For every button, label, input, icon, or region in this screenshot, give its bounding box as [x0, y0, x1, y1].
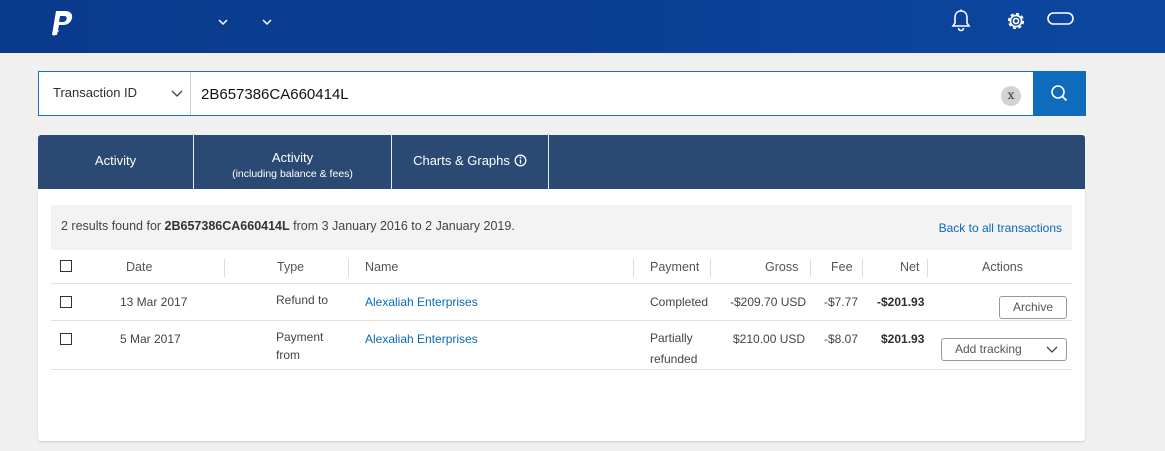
add-tracking-label: Add tracking [955, 342, 1022, 356]
back-to-all-transactions-link[interactable]: Back to all transactions [939, 221, 1062, 235]
table-row[interactable]: 5 Mar 2017 Payment from Alexaliah Enterp… [51, 321, 1072, 370]
results-summary-bar: 2 results found for 2B657386CA660414L fr… [51, 205, 1072, 250]
tab-label: Activity [271, 150, 314, 165]
row-name-link[interactable]: Alexaliah Enterprises [365, 332, 478, 346]
column-header-gross[interactable]: Gross [765, 260, 798, 274]
results-summary: 2 results found for 2B657386CA660414L fr… [61, 219, 515, 233]
column-divider [633, 259, 634, 277]
paypal-logo[interactable] [50, 9, 76, 37]
column-header-net[interactable]: Net [900, 260, 919, 274]
chevron-down-icon[interactable] [216, 15, 230, 29]
transaction-search-bar: Transaction ID x [38, 71, 1086, 116]
row-type: Refund to [276, 293, 329, 307]
row-name-link[interactable]: Alexaliah Enterprises [365, 295, 478, 309]
column-divider [862, 259, 863, 277]
results-date-range: from 3 January 2016 to 2 January 2019. [293, 219, 515, 233]
row-net: $201.93 [881, 332, 925, 346]
row-fee: -$8.07 [824, 332, 859, 346]
row-gross: $210.00 USD [733, 332, 806, 346]
column-divider [810, 259, 811, 277]
results-panel: 2 results found for 2B657386CA660414L fr… [38, 189, 1085, 441]
row-payment-status-line-2: refunded [650, 352, 698, 366]
row-payment-status: Completed [650, 295, 709, 309]
select-all-checkbox[interactable] [60, 260, 72, 272]
table-header-row: Date Type Name Payment Gross Fee Net Act… [51, 250, 1072, 284]
results-prefix: 2 results found for [61, 219, 162, 233]
info-icon[interactable] [514, 154, 527, 167]
column-header-payment[interactable]: Payment [650, 260, 699, 274]
gear-icon[interactable] [1004, 9, 1028, 33]
row-fee: -$7.77 [824, 295, 859, 309]
column-header-date[interactable]: Date [126, 260, 152, 274]
tab-activity-balance-fees[interactable]: Activity (including balance & fees) [194, 135, 392, 189]
row-date: 5 Mar 2017 [120, 332, 181, 346]
transactions-table: Date Type Name Payment Gross Fee Net Act… [51, 250, 1072, 370]
row-checkbox[interactable] [60, 333, 72, 345]
chevron-down-icon[interactable] [260, 15, 274, 29]
bell-icon[interactable] [950, 9, 972, 33]
column-divider [927, 259, 928, 277]
search-input[interactable] [201, 82, 991, 106]
tab-charts-graphs[interactable]: Charts & Graphs [392, 135, 549, 189]
chevron-down-icon [171, 90, 183, 97]
tab-label: Activity [94, 153, 137, 168]
row-date: 13 Mar 2017 [120, 295, 188, 309]
column-header-fee[interactable]: Fee [831, 260, 853, 274]
table-row[interactable]: 13 Mar 2017 Refund to Alexaliah Enterpri… [51, 284, 1072, 321]
tab-sublabel: (including balance & fees) [232, 168, 353, 180]
search-filter-select[interactable]: Transaction ID [39, 72, 191, 115]
column-header-actions: Actions [982, 260, 1023, 274]
account-pill-icon[interactable] [1047, 11, 1075, 27]
row-type: Payment [276, 330, 324, 344]
search-filter-label: Transaction ID [53, 85, 138, 100]
row-net: -$201.93 [877, 295, 925, 309]
archive-button[interactable]: Archive [999, 296, 1067, 319]
results-query: 2B657386CA660414L [164, 219, 290, 233]
row-payment-status: Partially [650, 331, 693, 345]
column-divider [224, 259, 225, 277]
activity-tabs: Activity Activity (including balance & f… [38, 135, 1085, 189]
chevron-down-icon [1046, 346, 1058, 353]
row-type-line-2: from [276, 348, 300, 362]
tab-label-wrap: Charts & Graphs [392, 135, 548, 168]
row-checkbox[interactable] [60, 296, 72, 308]
add-tracking-dropdown[interactable]: Add tracking [941, 338, 1067, 361]
clear-icon[interactable]: x [1001, 86, 1021, 106]
tab-activity[interactable]: Activity [38, 135, 194, 189]
column-header-type[interactable]: Type [277, 260, 304, 274]
column-header-name[interactable]: Name [365, 260, 398, 274]
column-divider [348, 259, 349, 277]
search-button[interactable] [1033, 71, 1086, 116]
tab-label: Charts & Graphs [413, 153, 510, 168]
column-divider [710, 259, 711, 277]
row-gross: -$209.70 USD [730, 295, 807, 309]
search-icon [1051, 85, 1068, 102]
top-header [0, 0, 1165, 53]
